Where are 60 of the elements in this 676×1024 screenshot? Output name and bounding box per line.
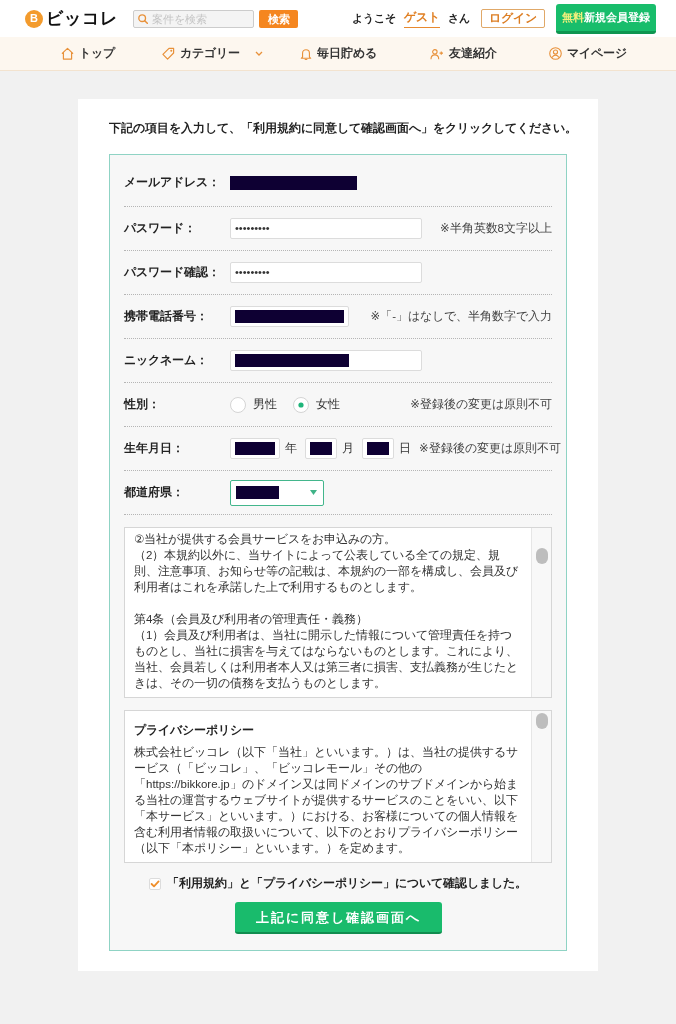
option-label[interactable]: 男性 [253,395,277,414]
field-label: ニックネーム： [124,352,209,368]
date-unit-label: 月 [342,440,354,456]
radio-button[interactable] [230,396,246,413]
nav-link[interactable]: 毎日貯める [299,44,377,63]
terms-text: （2）本規約以外に、当サイトによって公表している全ての規定、規則、注意事項、お知らせ等の記載は、本規約の一部を構成し、会員及び利用者はこれを承諾した上で利用するものとします。 [134,548,519,595]
redacted-value [310,442,332,455]
field-label: 性別： [124,396,161,412]
instruction-text: 下記の項目を入力して、「利用規約に同意して確認画面へ」をクリックしてください。 [109,121,567,136]
input-field[interactable] [230,306,349,327]
terms-text: ②当社が提供する会員サービスをお申込みの方。 [134,532,398,547]
nav-link[interactable]: トップ [60,44,115,63]
scrollbar-thumb[interactable] [535,548,548,564]
field-label: 都道府県： [124,484,185,500]
person-add-icon [429,47,444,60]
input-field[interactable] [230,350,422,371]
field-label: 携帯電話番号： [124,308,209,324]
select-field[interactable] [230,479,324,506]
scrollbar-thumb[interactable] [535,713,548,729]
option-label[interactable]: 女性 [316,395,340,414]
terms-text: （1）会員及び利用者は、当社に開示した情報について管理責任を持つものとし、当社に損害を与えてはならないものとします。これにより、当社、会員若しくは利用者本人又は第三者に損害、支払義務が生じたときは、その一切の債務を支払うものとします。 [134,628,519,691]
field-label: パスワード確認： [124,264,221,280]
chevron-down-icon [255,51,264,56]
caret-down-icon [310,490,317,495]
search-icon [138,13,148,24]
privacy-text: 株式会社ビッコレ（以下「当社」といいます。）は、当社の提供するサービス（「ビッコレ」、「ビッコレモール」その他の「https://bikkore.jp」のドメイン又は同ドメインのサブドメインから始まる当社の運営するウェブサイトが提供するサービスのことをいい、以下「本サービス」といいます。）における、お客様についての個人情報を含む利用者情報の取扱いについて、以下のとおりプライバシーポリシー（以下「本ポリシー」といいます。）を定めます。 [134,745,519,856]
nav-link[interactable]: マイページ [549,44,628,63]
terms-text: 第4条（会員及び利用者の管理責任・義務） [134,612,370,627]
field-note: ※「-」はなしで、半角数字で入力 [370,308,552,325]
field-note: ※登録後の変更は原則不可 [419,440,561,456]
privacy-title: プライバシーポリシー [134,722,255,739]
radio-button[interactable] [293,396,309,413]
field-label: パスワード： [124,220,197,236]
input-field[interactable]: ••••••••• [230,218,422,239]
home-icon [60,47,74,60]
bell-icon [299,47,312,60]
redacted-value [236,486,279,499]
greeting-text: さん [448,11,470,27]
scrollbar-track[interactable] [531,711,551,862]
field-label: メールアドレス： [124,174,221,190]
scrollbar-track[interactable] [531,528,551,697]
field-note: ※登録後の変更は原則不可 [410,396,552,412]
date-unit-label: 年 [285,440,297,456]
redacted-value [235,442,275,455]
logo-text[interactable]: ビッコレ [46,10,118,27]
date-unit-label: 日 [399,440,411,456]
input-field[interactable] [362,438,394,459]
field-label: 生年月日： [124,440,185,456]
field-note: ※半角英数8文字以上 [439,220,552,236]
user-circle-icon [549,47,563,60]
nav-link[interactable]: カテゴリー [162,44,264,63]
nav-link[interactable]: 友達紹介 [429,44,497,63]
tag-icon [162,47,176,60]
greeting-text: ようこそ [352,11,396,27]
input-field[interactable]: ••••••••• [230,262,422,283]
input-field[interactable] [230,438,280,459]
input-field[interactable] [305,438,337,459]
redacted-value [367,442,389,455]
agree-checkbox[interactable] [149,877,161,890]
agree-label[interactable]: 「利用規約」と「プライバシーポリシー」について確認しました。 [167,875,527,893]
